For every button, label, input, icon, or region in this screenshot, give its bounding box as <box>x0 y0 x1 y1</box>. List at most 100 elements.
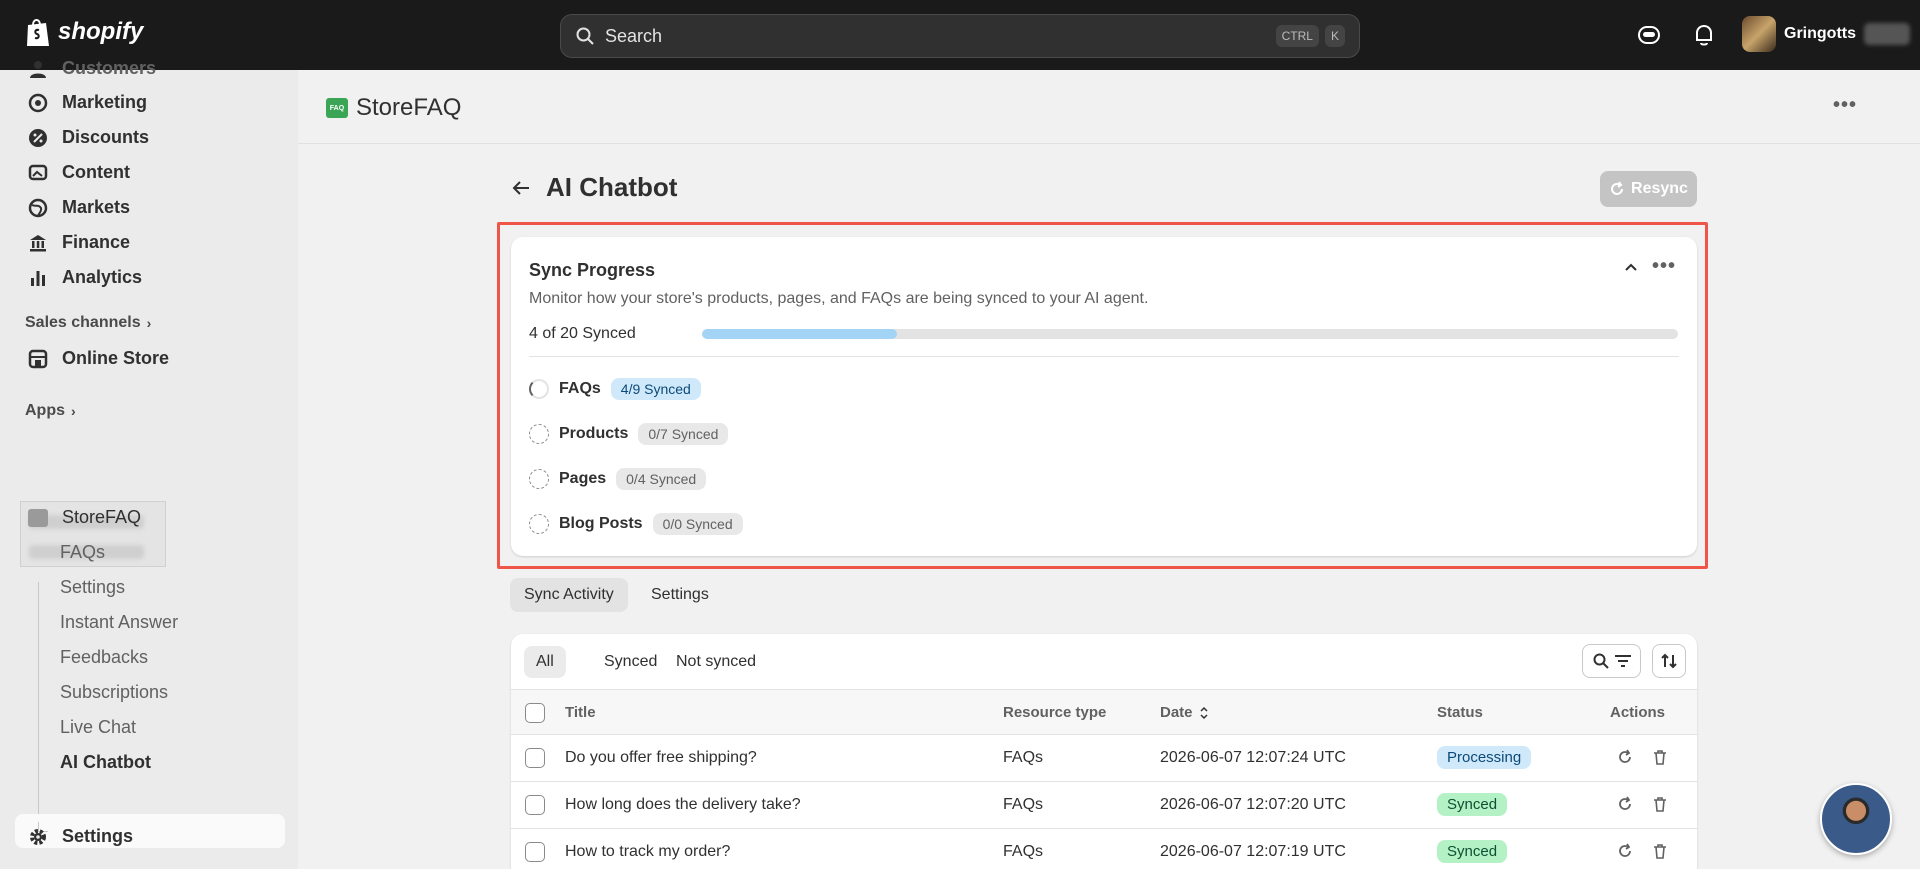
progress-fill <box>702 329 898 339</box>
resync-row-icon[interactable] <box>1616 842 1634 860</box>
bar-chart-icon <box>31 270 45 286</box>
divider <box>529 356 1679 357</box>
apps-heading[interactable]: Apps › <box>25 402 76 420</box>
sidebar-subitem-live-chat[interactable]: Live Chat <box>60 717 136 738</box>
back-arrow-icon[interactable] <box>510 177 532 199</box>
pending-circle-icon <box>529 424 549 444</box>
target-icon <box>28 93 48 112</box>
filter-synced[interactable]: Synced <box>592 646 669 678</box>
tab-settings[interactable]: Settings <box>637 578 723 612</box>
shortcut-k: K <box>1324 25 1345 47</box>
sidebar-item-storefaq[interactable]: StoreFAQ <box>28 507 141 528</box>
row-title: How to track my order? <box>565 843 731 860</box>
sync-progress-card: Sync Progress ••• Monitor how your store… <box>511 237 1697 556</box>
sync-row-products: Products 0/7 Synced <box>529 423 729 445</box>
sidebar-subitem-settings[interactable]: Settings <box>60 577 125 598</box>
row-resource-type: FAQs <box>1003 843 1044 860</box>
resync-row-icon[interactable] <box>1616 748 1634 766</box>
sidebar-subitem-ai-chatbot[interactable]: AI Chatbot <box>60 752 151 773</box>
card-more-icon[interactable]: ••• <box>1652 255 1676 278</box>
row-date: 2026-06-07 12:07:24 UTC <box>1160 749 1346 766</box>
row-checkbox[interactable] <box>525 842 545 862</box>
delete-icon[interactable] <box>1651 748 1669 766</box>
row-checkbox[interactable] <box>525 795 545 815</box>
sidebar-item-markets[interactable]: Markets <box>28 197 130 218</box>
column-date[interactable]: Date <box>1160 704 1209 721</box>
sidebar-item-analytics[interactable]: Analytics <box>28 267 142 288</box>
status-badge: Processing <box>1437 746 1532 769</box>
column-date-label: Date <box>1160 704 1193 721</box>
sidebar-item-marketing[interactable]: Marketing <box>28 92 147 113</box>
shopify-logo[interactable]: shopify <box>24 16 143 48</box>
column-resource-type: Resource type <box>1003 704 1107 721</box>
progress-spinner-icon <box>529 379 549 399</box>
delete-icon[interactable] <box>1651 842 1669 860</box>
select-all-checkbox[interactable] <box>525 703 545 723</box>
more-options-icon[interactable]: ••• <box>1833 94 1857 117</box>
sidekick-icon[interactable] <box>1636 22 1662 48</box>
tab-sync-activity[interactable]: Sync Activity <box>510 578 628 612</box>
sales-channels-heading[interactable]: Sales channels › <box>25 314 151 332</box>
row-title: Do you offer free shipping? <box>565 749 757 766</box>
sidebar-item-label: Settings <box>62 826 134 846</box>
sidebar-item-content[interactable]: Content <box>28 162 130 183</box>
sidebar-item-discounts[interactable]: Discounts <box>28 127 149 148</box>
chat-assistant-avatar[interactable] <box>1820 783 1892 855</box>
discount-icon <box>29 128 47 147</box>
globe-icon <box>28 198 48 217</box>
sidebar-subitem-feedbacks[interactable]: Feedbacks <box>60 647 148 668</box>
apps-label: Apps <box>25 402 65 419</box>
status-badge: Synced <box>1437 793 1508 816</box>
sidebar: Customers Marketing Discounts Content Ma… <box>0 58 298 869</box>
search-filter-button[interactable] <box>1582 644 1641 678</box>
account-menu[interactable]: Gringotts <box>1742 16 1910 52</box>
sidebar-subitem-faqs[interactable]: FAQs <box>60 542 105 563</box>
storefaq-app-icon <box>28 508 48 527</box>
sidebar-item-online-store[interactable]: Online Store <box>28 348 169 369</box>
table-row: How to track my order? FAQs 2026-06-07 1… <box>511 829 1697 869</box>
row-checkbox[interactable] <box>525 748 545 768</box>
brand-name: shopify <box>58 18 144 45</box>
storefront-icon <box>28 349 48 368</box>
row-date: 2026-06-07 12:07:20 UTC <box>1160 796 1346 813</box>
app-title: FAQ StoreFAQ <box>326 94 461 122</box>
sync-activity-card: All Synced Not synced Title Resource typ… <box>511 634 1697 869</box>
sidebar-item-label: Content <box>62 162 130 182</box>
sync-progress-subtitle: Monitor how your store's products, pages… <box>529 290 1149 307</box>
delete-icon[interactable] <box>1651 795 1669 813</box>
chevron-up-icon[interactable] <box>1623 259 1639 275</box>
sidebar-item-settings[interactable]: Settings <box>28 826 133 847</box>
image-icon <box>28 164 48 180</box>
bell-icon[interactable] <box>1691 22 1717 48</box>
sort-arrows-icon <box>1199 706 1208 719</box>
sidebar-item-customers[interactable]: Customers <box>28 58 156 79</box>
sidebar-subitem-subscriptions[interactable]: Subscriptions <box>60 682 168 703</box>
sync-row-blog-posts: Blog Posts 0/0 Synced <box>529 513 743 535</box>
sync-row-faqs: FAQs 4/9 Synced <box>529 378 701 400</box>
sales-channels-label: Sales channels <box>25 314 141 331</box>
resync-row-icon[interactable] <box>1616 795 1634 813</box>
top-bar: shopify Search CTRL K Gringotts <box>0 0 1920 70</box>
storefaq-logo-icon: FAQ <box>326 98 348 118</box>
refresh-icon <box>1611 181 1624 195</box>
sort-icon <box>1661 653 1677 669</box>
column-status: Status <box>1437 704 1483 721</box>
row-resource-type: FAQs <box>1003 749 1044 766</box>
column-title: Title <box>565 704 596 721</box>
search-icon <box>576 27 594 45</box>
filter-not-synced[interactable]: Not synced <box>664 646 768 678</box>
sidebar-subitem-instant-answer[interactable]: Instant Answer <box>60 612 178 633</box>
search-icon <box>1593 653 1609 669</box>
search-placeholder: Search <box>605 25 663 46</box>
filter-all[interactable]: All <box>524 646 566 678</box>
app-title-text: StoreFAQ <box>356 94 462 121</box>
search-bar[interactable]: Search CTRL K <box>560 14 1360 58</box>
page-title: AI Chatbot <box>546 172 678 202</box>
column-actions: Actions <box>1610 704 1666 721</box>
sort-button[interactable] <box>1652 644 1686 678</box>
person-icon <box>30 60 46 78</box>
sidebar-item-finance[interactable]: Finance <box>28 232 130 253</box>
resync-button[interactable]: Resync <box>1600 171 1697 207</box>
table-row: Do you offer free shipping? FAQs 2026-06… <box>511 735 1697 782</box>
app-header: FAQ StoreFAQ ••• <box>298 70 1920 144</box>
